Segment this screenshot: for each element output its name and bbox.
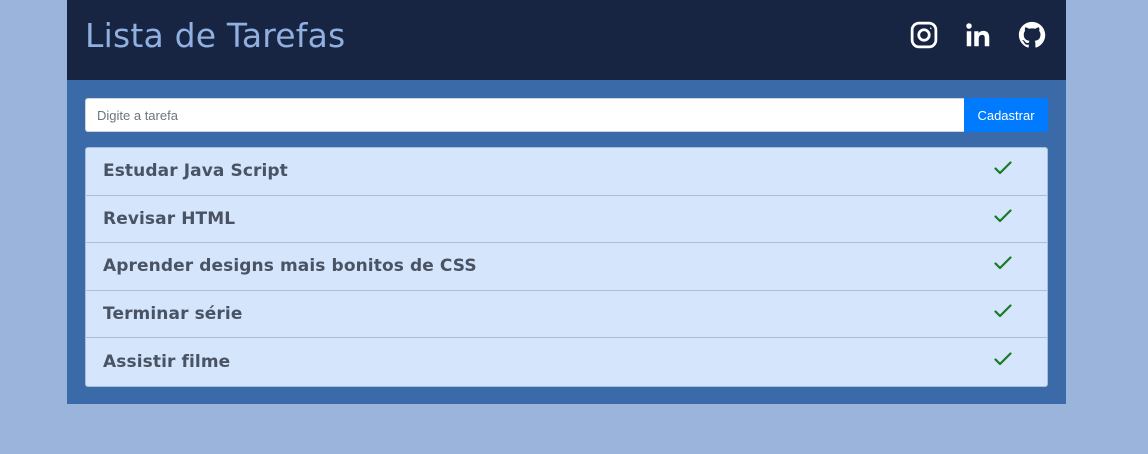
task-label: Estudar Java Script: [103, 161, 288, 182]
task-label: Aprender designs mais bonitos de CSS: [103, 256, 477, 277]
task-label: Assistir filme: [103, 352, 231, 373]
instagram-icon: [910, 21, 938, 49]
page-title: Lista de Tarefas: [85, 15, 346, 55]
linkedin-icon: [966, 23, 990, 47]
task-item: Revisar HTML: [86, 196, 1047, 244]
header: Lista de Tarefas: [67, 0, 1066, 80]
task-label: Revisar HTML: [103, 208, 236, 229]
task-list: Estudar Java Script Revisar HTML Aprende…: [85, 147, 1048, 387]
check-icon[interactable]: [993, 158, 1013, 178]
instagram-link[interactable]: [908, 19, 940, 51]
task-item: Estudar Java Script: [86, 148, 1047, 196]
social-links: [908, 19, 1048, 51]
task-form: Cadastrar: [85, 98, 1048, 132]
github-icon: [1018, 21, 1046, 48]
github-link[interactable]: [1016, 19, 1048, 51]
cadastrar-button[interactable]: Cadastrar: [964, 98, 1048, 132]
check-icon[interactable]: [993, 253, 1013, 273]
task-item: Aprender designs mais bonitos de CSS: [86, 243, 1047, 291]
task-item: Terminar série: [86, 291, 1047, 339]
task-item: Assistir filme: [86, 338, 1047, 386]
check-icon[interactable]: [993, 349, 1013, 369]
task-input[interactable]: [85, 98, 964, 132]
task-label: Terminar série: [103, 304, 243, 325]
linkedin-link[interactable]: [962, 19, 994, 51]
check-icon[interactable]: [993, 301, 1013, 321]
todo-card: Lista de Tarefas Digite a tarefa Cadastr…: [67, 0, 1066, 404]
check-icon[interactable]: [993, 206, 1013, 226]
